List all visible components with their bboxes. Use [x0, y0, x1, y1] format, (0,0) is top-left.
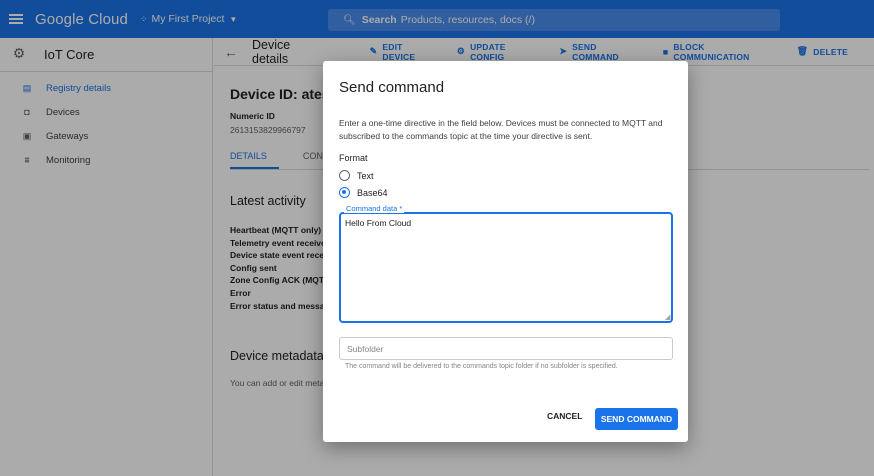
command-data-value[interactable]: Hello From Cloud [345, 218, 411, 228]
dialog-title: Send command [339, 79, 445, 96]
command-data-field[interactable] [339, 212, 673, 323]
dialog-description: Enter a one-time directive in the field … [339, 118, 663, 141]
radio-label: Base64 [357, 187, 388, 198]
format-label: Format [339, 153, 368, 163]
subfolder-hint: The command will be delivered to the com… [345, 363, 618, 370]
format-radio-base64[interactable]: Base64 [339, 187, 388, 198]
command-data-label: Command data * [344, 204, 405, 213]
format-radio-text[interactable]: Text [339, 170, 374, 181]
cancel-button[interactable]: CANCEL [547, 411, 582, 421]
radio-checked-icon [339, 187, 350, 198]
send-command-submit-button[interactable]: SEND COMMAND [595, 408, 678, 430]
resize-handle-icon[interactable]: ◢ [665, 313, 670, 321]
radio-unchecked-icon [339, 170, 350, 181]
subfolder-input[interactable] [339, 337, 673, 360]
send-command-dialog: Send command Enter a one-time directive … [323, 61, 688, 442]
subfolder-placeholder: Subfolder [347, 344, 384, 354]
radio-label: Text [357, 170, 374, 181]
